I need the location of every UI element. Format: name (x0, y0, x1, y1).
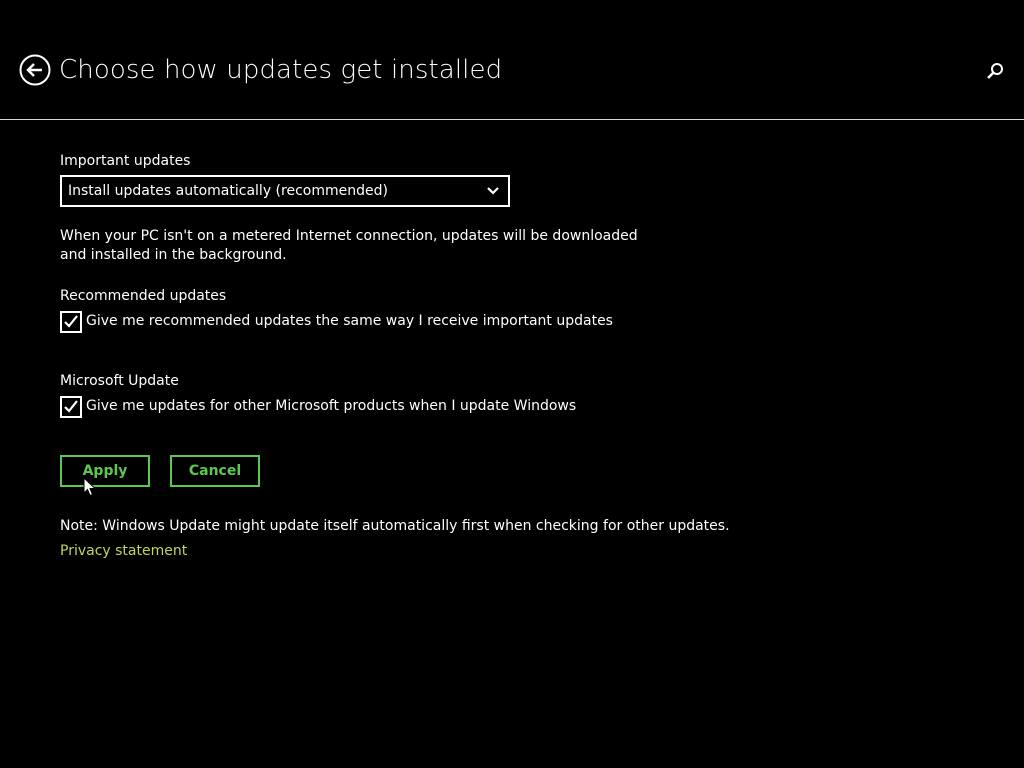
settings-page: Choose how updates get installed Importa… (0, 0, 1024, 768)
important-updates-dropdown[interactable]: Install updates automatically (recommend… (60, 175, 510, 207)
checkmark-icon (64, 400, 78, 413)
search-button[interactable] (984, 60, 1006, 82)
checkmark-icon (64, 315, 78, 328)
recommended-updates-checkbox[interactable] (60, 311, 82, 333)
apply-button[interactable]: Apply (60, 455, 150, 487)
microsoft-update-checkbox-label: Give me updates for other Microsoft prod… (86, 398, 577, 414)
search-icon (987, 63, 1003, 79)
recommended-updates-checkbox-label: Give me recommended updates the same way… (86, 313, 613, 329)
important-updates-description: When your PC isn't on a metered Internet… (60, 228, 638, 263)
microsoft-update-label: Microsoft Update (60, 373, 179, 389)
privacy-statement-link[interactable]: Privacy statement (60, 542, 187, 560)
update-note: Note: Windows Update might update itself… (60, 518, 730, 534)
important-updates-label: Important updates (60, 153, 191, 169)
page-title: Choose how updates get installed (59, 55, 503, 85)
recommended-updates-label: Recommended updates (60, 288, 227, 304)
back-button[interactable] (19, 54, 51, 86)
cancel-button[interactable]: Cancel (170, 455, 260, 487)
microsoft-update-checkbox[interactable] (60, 396, 82, 418)
dropdown-selected-value: Install updates automatically (recommend… (68, 183, 388, 199)
back-arrow-circle-icon (19, 54, 51, 86)
page-header: Choose how updates get installed (0, 0, 1024, 120)
chevron-down-icon (487, 186, 499, 196)
